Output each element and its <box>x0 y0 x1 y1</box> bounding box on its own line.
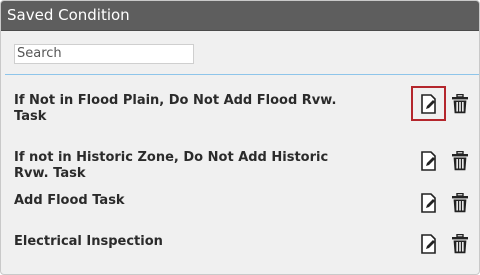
condition-row: Add Flood Task <box>1 187 479 228</box>
saved-condition-panel: Saved Condition If Not in Flood Plain, D… <box>0 0 480 275</box>
delete-condition-button[interactable] <box>448 185 472 220</box>
condition-row: If not in Historic Zone, Do Not Add Hist… <box>1 131 479 187</box>
condition-row: Electrical Inspection <box>1 228 479 268</box>
panel-header: Saved Condition <box>1 1 479 31</box>
delete-condition-button[interactable] <box>448 143 472 178</box>
edit-condition-button[interactable] <box>411 86 446 121</box>
edit-document-icon <box>420 192 438 213</box>
search-area <box>1 31 479 73</box>
trash-icon <box>451 192 469 213</box>
trash-icon <box>451 93 469 114</box>
condition-label[interactable]: Add Flood Task <box>14 193 354 209</box>
delete-condition-button[interactable] <box>448 226 472 261</box>
edit-document-icon <box>420 150 438 171</box>
condition-label[interactable]: Electrical Inspection <box>14 234 354 250</box>
edit-document-icon <box>420 93 438 114</box>
condition-label[interactable]: If not in Historic Zone, Do Not Add Hist… <box>14 150 354 182</box>
trash-icon <box>451 233 469 254</box>
condition-label[interactable]: If Not in Flood Plain, Do Not Add Flood … <box>14 93 354 125</box>
condition-list: If Not in Flood Plain, Do Not Add Flood … <box>1 75 479 268</box>
edit-document-icon <box>420 233 438 254</box>
delete-condition-button[interactable] <box>448 86 472 121</box>
panel-title: Saved Condition <box>7 6 130 24</box>
edit-condition-button[interactable] <box>411 143 446 178</box>
trash-icon <box>451 150 469 171</box>
search-input[interactable] <box>14 43 194 64</box>
edit-condition-button[interactable] <box>411 185 446 220</box>
edit-condition-button[interactable] <box>411 226 446 261</box>
condition-row: If Not in Flood Plain, Do Not Add Flood … <box>1 75 479 131</box>
